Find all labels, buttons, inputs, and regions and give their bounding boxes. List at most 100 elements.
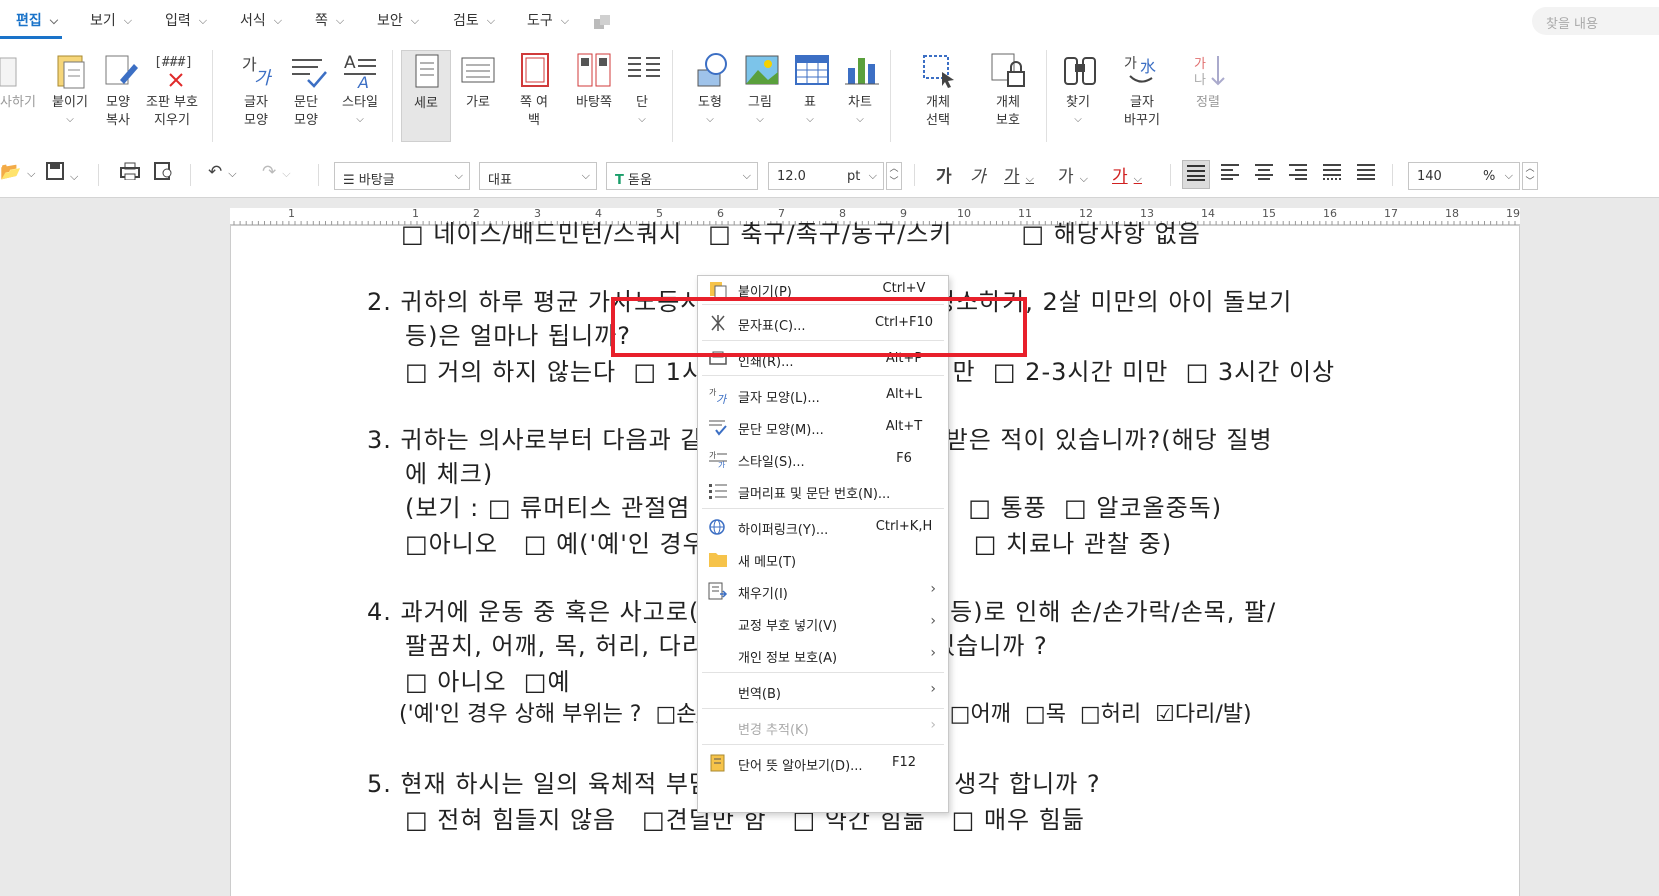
- chevron-down-icon: ⌵: [560, 14, 570, 27]
- menu-edit-label: 편집: [16, 13, 42, 29]
- font-size-select[interactable]: 12.0 pt ⌵: [768, 162, 884, 190]
- object-protect-button[interactable]: 개체 보호: [982, 50, 1034, 130]
- paste-label: 붙이기: [52, 95, 88, 110]
- sort-button[interactable]: 가나 정렬: [1190, 50, 1226, 112]
- menu-item-translate[interactable]: 번역(B) ›: [698, 676, 948, 706]
- menu-format[interactable]: 서식 ⌵: [240, 10, 282, 30]
- replace-button[interactable]: 가水 글자 바꾸기: [1116, 50, 1168, 130]
- page-margin-button[interactable]: 쪽 여백: [512, 50, 556, 130]
- doc-line: □ 아니오 □예: [405, 668, 571, 696]
- search-input[interactable]: 찾을 내용: [1532, 7, 1659, 35]
- master-page-button[interactable]: 바탕쪽: [568, 50, 620, 112]
- menu-security[interactable]: 보안 ⌵: [377, 10, 419, 30]
- doc-line: 등)은 얼마나 됩니까?: [405, 322, 631, 350]
- redo-icon[interactable]: ↷ ⌵: [262, 162, 291, 182]
- font-size-stepper[interactable]: ︿ ﹀: [886, 162, 902, 190]
- menu-item-fill[interactable]: 채우기(I) ›: [698, 576, 948, 606]
- ribbon-divider: [392, 50, 393, 142]
- portrait-page-icon: [406, 51, 446, 91]
- chevron-down-icon: ⌵: [638, 114, 646, 125]
- chevron-down-icon: ⌵: [410, 14, 420, 27]
- zoom-value: 140: [1417, 169, 1442, 184]
- cut-button[interactable]: 사하기: [0, 50, 36, 112]
- menu-item-para-shape[interactable]: 문단 모양(M)... Alt+T: [698, 412, 948, 442]
- menu-item-track-changes[interactable]: 변경 추적(K) ›: [698, 712, 948, 742]
- object-select-button[interactable]: 개체 선택: [912, 50, 964, 130]
- find-button[interactable]: 찾기 ⌵: [1060, 50, 1096, 126]
- menu-item-label: 글머리표 및 문단 번호(N)...: [738, 487, 891, 502]
- format-copy-button[interactable]: 모양 복사: [100, 50, 138, 130]
- distribute-icon[interactable]: [1322, 162, 1342, 185]
- remove-markup-button[interactable]: [###] 조판 부호 지우기: [142, 50, 202, 130]
- menu-item-style[interactable]: 가 가 스타일(S)... F6: [698, 444, 948, 474]
- menu-tools[interactable]: 도구 ⌵: [527, 10, 569, 30]
- align-right-icon[interactable]: [1288, 162, 1308, 185]
- cut-label: 사하기: [0, 95, 36, 110]
- menu-item-char-shape[interactable]: 가 가 글자 모양(L)... Alt+L: [698, 380, 948, 410]
- menu-page[interactable]: 쪽 ⌵: [315, 10, 344, 30]
- share-icon[interactable]: [592, 13, 612, 31]
- style-select[interactable]: ☰ 바탕글 ⌵: [334, 162, 470, 190]
- chart-button[interactable]: 차트 ⌵: [842, 50, 879, 126]
- sort-label: 정렬: [1196, 95, 1220, 110]
- chevron-down-icon: ⌵: [742, 169, 751, 182]
- zoom-select[interactable]: 140% ⌵: [1408, 162, 1520, 190]
- style-button[interactable]: AA 스타일 ⌵: [338, 50, 382, 126]
- picture-button[interactable]: 그림 ⌵: [742, 50, 779, 126]
- find-label: 찾기: [1066, 95, 1090, 110]
- table-button[interactable]: 표 ⌵: [792, 50, 829, 126]
- strike-button[interactable]: 가 ⌵: [1058, 162, 1088, 187]
- ribbon-divider: [212, 50, 213, 142]
- justify-align-icon[interactable]: [1182, 160, 1210, 189]
- char-shape-button[interactable]: 가가 글자 모양: [238, 50, 274, 130]
- align-left-icon[interactable]: [1220, 162, 1240, 185]
- font-color-button[interactable]: 가 ⌵: [1112, 162, 1142, 187]
- portrait-button[interactable]: 세로: [401, 50, 451, 142]
- shape-label: 도형: [698, 95, 722, 110]
- menu-insert-label: 입력: [165, 13, 191, 29]
- menu-item-proofread[interactable]: 교정 부호 넣기(V) ›: [698, 608, 948, 638]
- menu-item-dictionary[interactable]: 단어 뜻 알아보기(D)... F12: [698, 748, 948, 778]
- para-shape-button[interactable]: 문단 모양: [288, 50, 327, 130]
- shape-button[interactable]: 도형 ⌵: [692, 50, 728, 126]
- italic-button[interactable]: 가: [970, 162, 986, 187]
- menu-item-bullets[interactable]: 글머리표 및 문단 번호(N)...: [698, 476, 948, 506]
- submenu-arrow-icon: ›: [930, 717, 936, 733]
- chevron-down-icon: ⌵: [123, 14, 133, 27]
- paste-button[interactable]: 붙이기 ⌵: [48, 50, 92, 126]
- para-shape-icon: [709, 420, 727, 436]
- landscape-button[interactable]: 가로: [456, 50, 500, 112]
- open-folder-icon[interactable]: 📂 ⌵: [0, 162, 36, 182]
- menu-divider: [702, 744, 944, 745]
- font-select[interactable]: T 돋움 ⌵: [606, 162, 758, 190]
- save-icon[interactable]: ⌵: [46, 162, 78, 185]
- column-button[interactable]: 단 ⌵: [624, 50, 660, 126]
- menu-edit[interactable]: 편집 ⌵: [16, 10, 58, 30]
- align-center-icon[interactable]: [1254, 162, 1274, 185]
- preview-icon[interactable]: [154, 162, 174, 185]
- split-align-icon[interactable]: [1356, 162, 1376, 185]
- bold-button[interactable]: 가: [936, 162, 952, 187]
- column-label: 단: [636, 95, 648, 110]
- menu-insert[interactable]: 입력 ⌵: [165, 10, 207, 30]
- chevron-down-icon: ⌵: [856, 114, 864, 125]
- underline-button[interactable]: 가 ⌵: [1004, 162, 1034, 187]
- menu-item-new-memo[interactable]: 새 메모(T): [698, 544, 948, 574]
- menu-item-label: 번역(B): [738, 687, 781, 702]
- zoom-stepper[interactable]: ︿ ﹀: [1522, 162, 1538, 190]
- print-icon[interactable]: [120, 162, 140, 185]
- menu-view-label: 보기: [90, 13, 116, 29]
- menu-item-shortcut: Alt+T: [885, 419, 923, 434]
- menu-item-hyperlink[interactable]: 하이퍼링크(Y)... Ctrl+K,H: [698, 512, 948, 542]
- svg-text:나: 나: [1194, 73, 1206, 88]
- menu-view[interactable]: 보기 ⌵: [90, 10, 132, 30]
- font-size-value: 12.0: [777, 169, 806, 184]
- submenu-arrow-icon: ›: [930, 681, 936, 697]
- menu-review[interactable]: 검토 ⌵: [453, 10, 495, 30]
- language-select[interactable]: 대표 ⌵: [479, 162, 597, 190]
- undo-icon[interactable]: ↶ ⌵: [208, 162, 237, 182]
- ruler-number: 19: [1506, 207, 1520, 220]
- format-copy-label: 모양 복사: [106, 95, 130, 128]
- menu-item-privacy[interactable]: 개인 정보 보호(A) ›: [698, 640, 948, 670]
- toolbar-divider: [914, 164, 915, 186]
